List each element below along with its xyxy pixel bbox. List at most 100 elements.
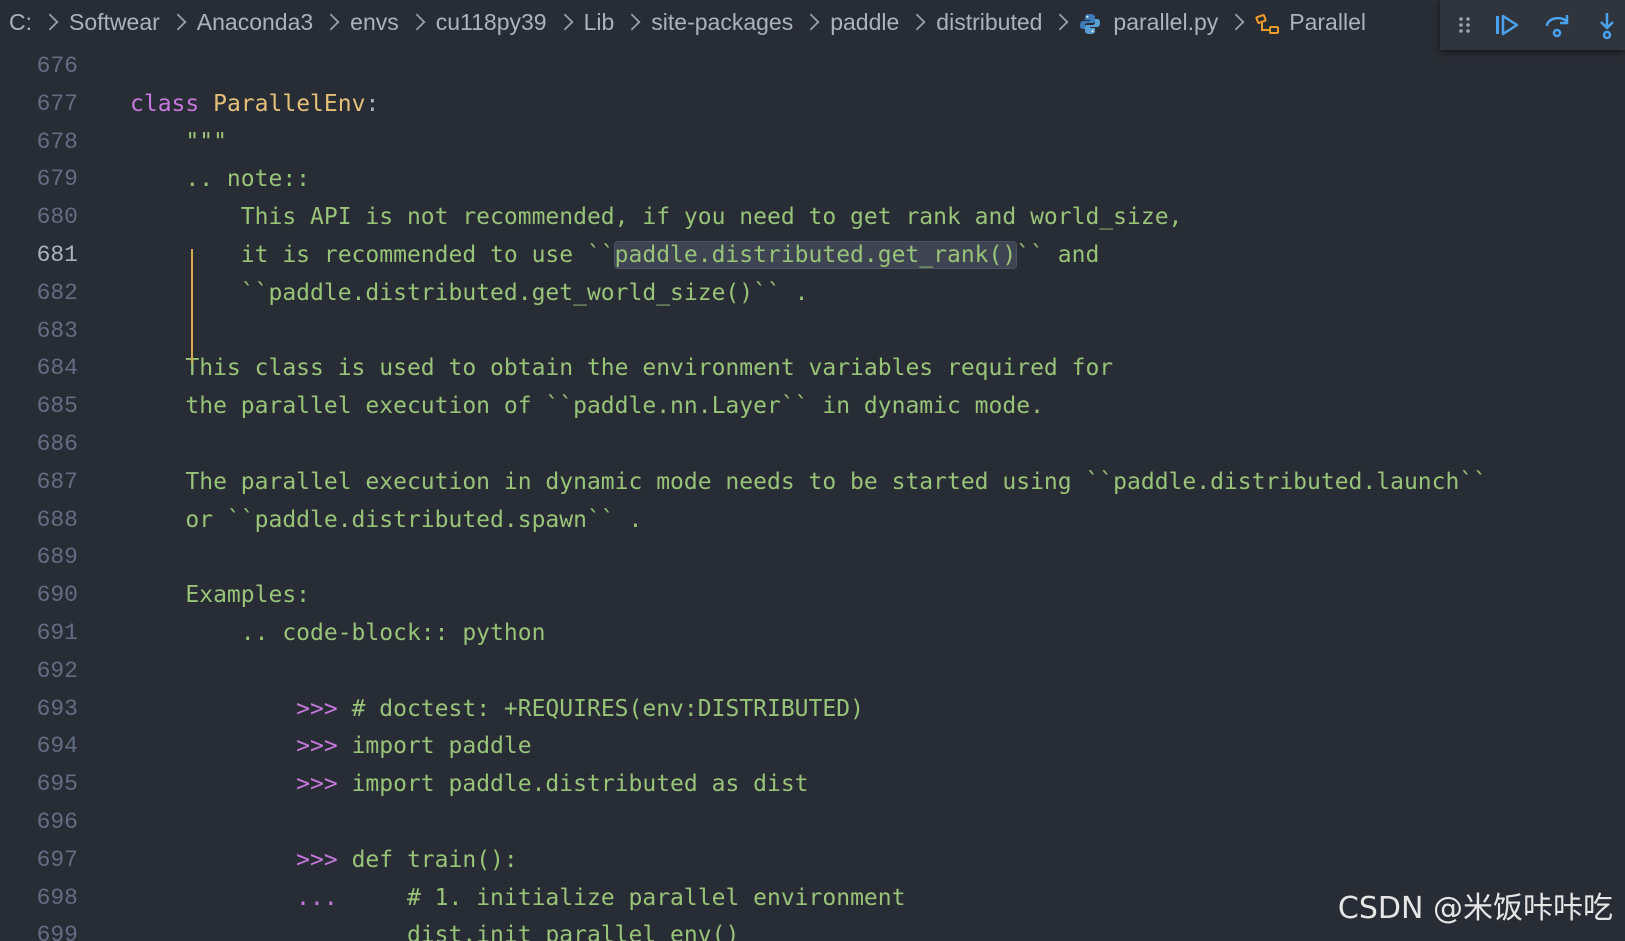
line-number: 696 xyxy=(36,809,78,835)
line-number: 682 xyxy=(36,279,78,306)
breadcrumb-item-drive[interactable]: C: xyxy=(9,9,32,36)
chevron-right-icon xyxy=(556,13,574,31)
docstring-text: it is recommended to use `` xyxy=(130,242,615,268)
code-text: ... # 1. initialize parallel environment xyxy=(130,879,905,917)
chevron-right-icon xyxy=(1052,13,1069,31)
code-text: .. note:: xyxy=(130,166,311,193)
breadcrumb-item-anaconda3[interactable]: Anaconda3 xyxy=(197,9,313,36)
code-editor[interactable]: 676 677 class ParallelEnv: 678 """ 679 .. no… xyxy=(0,49,1625,941)
docstring-text: # doctest: +REQUIRES(env:DISTRIBUTED) xyxy=(337,695,864,722)
breadcrumb-item-site-packages[interactable]: site-packages xyxy=(651,9,793,36)
doctest-prompt: ... xyxy=(296,884,338,911)
breadcrumb-item-distributed[interactable]: distributed xyxy=(936,9,1042,36)
line-number: 694 xyxy=(36,733,78,760)
line-number: 695 xyxy=(36,771,78,798)
code-text: dist.init_parallel_env() xyxy=(130,916,739,941)
code-line[interactable]: 693 >>> # doctest: +REQUIRES(env:DISTRIB… xyxy=(0,690,1625,728)
code-text: >>> import paddle xyxy=(130,727,532,765)
code-line[interactable]: 676 xyxy=(0,49,1625,85)
line-number: 681 xyxy=(36,242,78,268)
breadcrumb-item-envs[interactable]: envs xyxy=(350,9,399,36)
code-text: The parallel execution in dynamic mode n… xyxy=(130,468,1488,495)
doctest-prompt: >>> xyxy=(296,695,338,722)
code-line[interactable]: 691 .. code-block:: python xyxy=(0,614,1625,652)
gripper-icon[interactable] xyxy=(1458,10,1472,40)
indent-guide xyxy=(191,249,193,363)
code-text: """ xyxy=(130,128,227,155)
docstring-text: `` and xyxy=(1016,242,1100,268)
docstring-text: import paddle.distributed as dist xyxy=(337,771,809,798)
code-text: class ParallelEnv: xyxy=(130,85,379,123)
code-text: the parallel execution of ``paddle.nn.La… xyxy=(130,393,1044,420)
docstring-text: # 1. initialize parallel environment xyxy=(337,884,906,911)
line-number: 699 xyxy=(36,922,78,941)
code-line[interactable]: 678 """ xyxy=(0,123,1625,161)
code-text: Examples: xyxy=(130,582,311,609)
line-number: 683 xyxy=(36,317,78,344)
line-number: 685 xyxy=(36,393,78,420)
line-number: 698 xyxy=(36,884,78,911)
code-line[interactable]: 697 >>> def train(): xyxy=(0,841,1625,879)
docstring-text: dist.init_parallel_env() xyxy=(337,922,740,941)
code-line[interactable]: 680 This API is not recommended, if you … xyxy=(0,198,1625,236)
breadcrumb-item-softwear[interactable]: Softwear xyxy=(69,9,160,36)
line-number: 684 xyxy=(36,355,78,382)
code-line[interactable]: 685 the parallel execution of ``paddle.n… xyxy=(0,387,1625,425)
code-text: >>> def train(): xyxy=(130,841,518,879)
line-number: 690 xyxy=(36,582,78,609)
code-line[interactable]: 694 >>> import paddle xyxy=(0,727,1625,765)
line-number: 693 xyxy=(36,695,78,722)
punctuation: : xyxy=(365,90,380,117)
docstring-text: import paddle xyxy=(337,733,532,760)
doctest-prompt: >>> xyxy=(296,846,338,873)
chevron-right-icon xyxy=(169,13,187,31)
code-line[interactable]: 690 Examples: xyxy=(0,576,1625,614)
chevron-right-icon xyxy=(322,13,340,31)
code-line[interactable]: 682 ``paddle.distributed.get_world_size(… xyxy=(0,274,1625,312)
line-number: 677 xyxy=(36,90,78,117)
code-line[interactable]: 683 xyxy=(0,312,1625,350)
code-line[interactable]: 695 >>> import paddle.distributed as dis… xyxy=(0,765,1625,803)
code-line[interactable]: 692 xyxy=(0,652,1625,690)
code-line[interactable]: 679 .. note:: xyxy=(0,160,1625,198)
python-file-icon xyxy=(1079,13,1101,35)
code-line[interactable]: 687 The parallel execution in dynamic mo… xyxy=(0,463,1625,501)
doctest-prompt: >>> xyxy=(296,771,338,798)
code-text: .. code-block:: python xyxy=(130,620,546,646)
continue-icon[interactable] xyxy=(1492,10,1522,40)
line-number: 678 xyxy=(36,128,78,155)
code-line[interactable]: 696 xyxy=(0,803,1625,841)
doctest-prompt: >>> xyxy=(296,733,338,760)
class-symbol-icon xyxy=(1255,13,1281,37)
code-line[interactable]: 677 class ParallelEnv: xyxy=(0,85,1625,123)
step-over-icon[interactable] xyxy=(1542,10,1572,40)
line-number: 689 xyxy=(36,544,78,571)
breadcrumb: C: Softwear Anaconda3 envs cu118py39 Lib… xyxy=(0,0,1440,44)
code-line[interactable]: 689 xyxy=(0,538,1625,576)
breadcrumb-item-paddle[interactable]: paddle xyxy=(830,9,899,36)
line-number: 679 xyxy=(36,166,78,193)
code-line[interactable]: 686 xyxy=(0,425,1625,463)
code-text: >>> import paddle.distributed as dist xyxy=(130,765,809,803)
code-line[interactable]: 681 it is recommended to use ``paddle.di… xyxy=(0,236,1625,274)
code-text: This class is used to obtain the environ… xyxy=(130,355,1114,382)
breadcrumb-item-lib[interactable]: Lib xyxy=(584,9,615,36)
code-text: >>> # doctest: +REQUIRES(env:DISTRIBUTED… xyxy=(130,690,864,728)
chevron-right-icon xyxy=(1227,13,1245,31)
breadcrumb-item-cu118py39[interactable]: cu118py39 xyxy=(436,9,547,36)
line-number: 697 xyxy=(36,846,78,873)
chevron-right-icon xyxy=(802,13,820,31)
chevron-right-icon xyxy=(41,13,59,31)
line-number: 686 xyxy=(36,431,78,457)
step-into-icon[interactable] xyxy=(1592,10,1622,40)
code-line[interactable]: 688 or ``paddle.distributed.spawn`` . xyxy=(0,501,1625,539)
breadcrumb-symbol[interactable]: Parallel xyxy=(1289,9,1366,36)
keyword: class xyxy=(130,90,200,117)
code-text: or ``paddle.distributed.spawn`` . xyxy=(130,506,643,533)
chevron-right-icon xyxy=(408,13,426,31)
code-text: it is recommended to use ``paddle.distri… xyxy=(130,236,1099,274)
chevron-right-icon xyxy=(623,13,641,31)
breadcrumb-file[interactable]: parallel.py xyxy=(1113,9,1218,36)
watermark: CSDN @米饭咔咔吃 xyxy=(1337,891,1613,926)
code-line[interactable]: 684 This class is used to obtain the env… xyxy=(0,349,1625,387)
